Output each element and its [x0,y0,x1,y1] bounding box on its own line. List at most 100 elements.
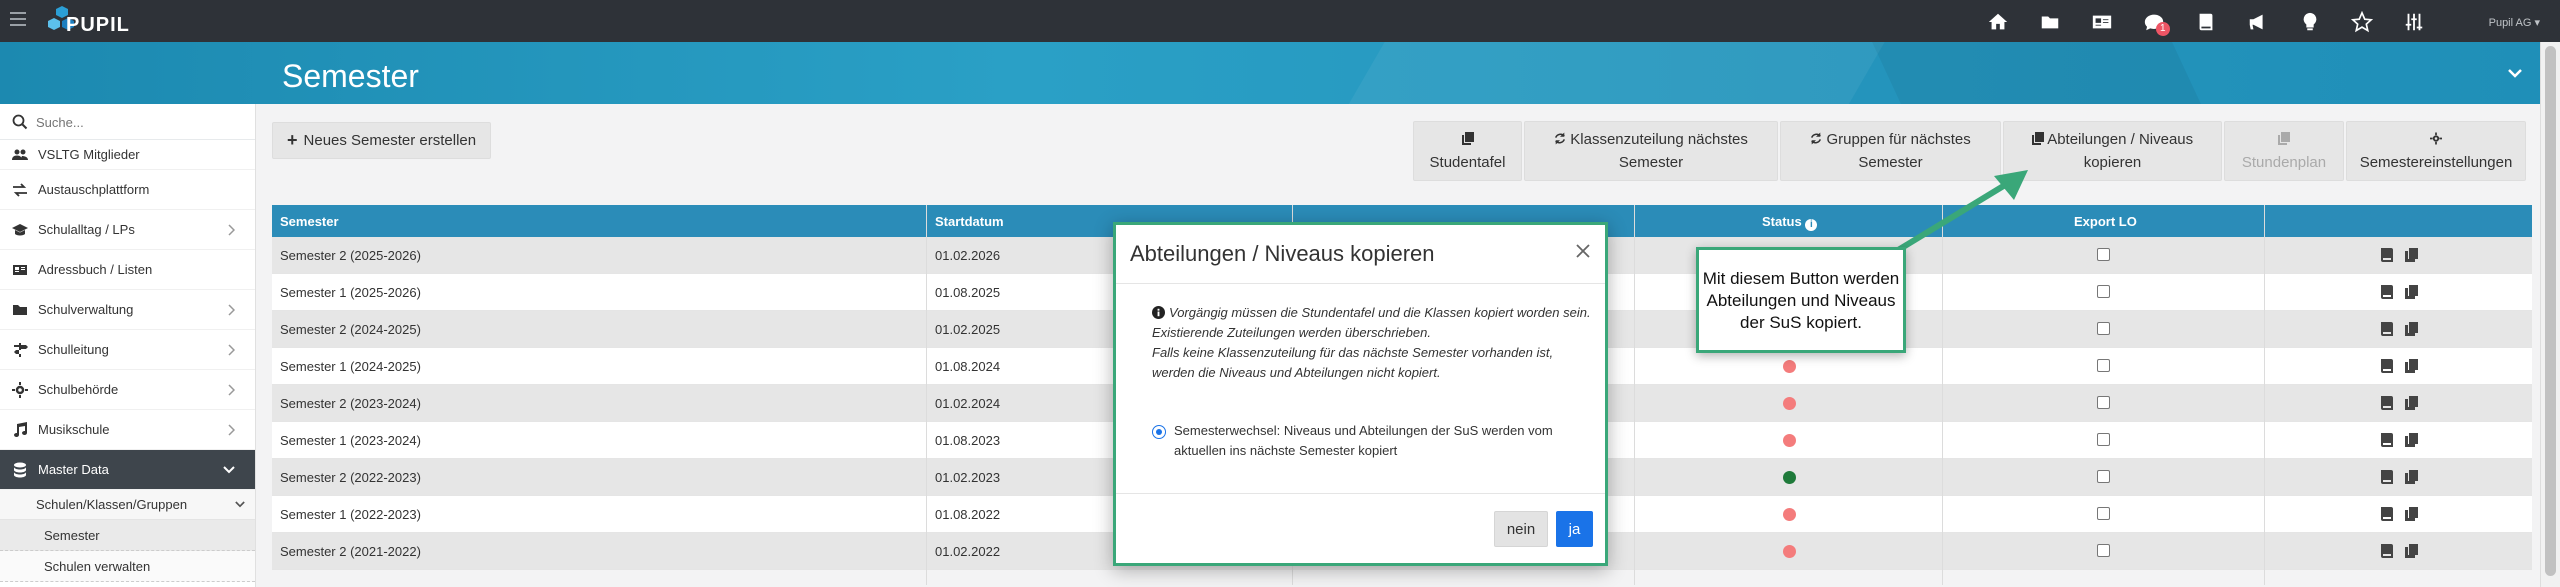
info-circle-icon: i [1805,219,1818,231]
book-icon[interactable] [2380,248,2393,262]
book-icon[interactable] [2380,507,2393,521]
chevron-right-icon [228,344,235,356]
header-status[interactable]: Status i [1762,214,1818,231]
cog-icon [2430,132,2442,145]
book-icon[interactable] [2380,396,2393,410]
row-actions [2380,248,2418,262]
new-semester-button[interactable]: + Neues Semester erstellen [272,122,492,159]
row-actions [2380,470,2418,484]
export-lo-checkbox[interactable] [2097,544,2110,557]
status-dot [1783,545,1796,558]
gruppen-label-1: Gruppen für nächstes [1826,131,1971,148]
megaphone-icon[interactable] [2232,8,2284,36]
sidebar-item-label: Master Data [38,462,109,477]
sidebar-item-schulalltag[interactable]: Schulalltag / LPs [0,210,255,250]
semester-cell: Semester 2 (2024-2025) [280,322,421,337]
close-icon[interactable] [1575,243,1591,259]
copy-icon[interactable] [2405,507,2418,521]
export-lo-checkbox[interactable] [2097,433,2110,446]
chat-badge: 1 [2156,22,2170,36]
book-icon[interactable] [2180,8,2232,36]
sidebar-item-austauschplattform[interactable]: Austauschplattform [0,170,255,210]
startdatum-cell: 01.08.2023 [935,433,1001,448]
header-export-lo[interactable]: Export LO [2074,214,2137,229]
page-scrollbar[interactable] [2540,42,2560,587]
klassenzuteilung-button[interactable]: Klassenzuteilung nächstes Semester [1524,121,1778,181]
sidebar-item-label: VSLTG Mitglieder [38,147,140,162]
sidebar-item-schulverwaltung[interactable]: Schulverwaltung [0,290,255,330]
export-lo-checkbox[interactable] [2097,396,2110,409]
home-icon[interactable] [1972,8,2024,36]
copy-icon[interactable] [2405,544,2418,558]
search-icon [12,114,28,130]
copy-icon[interactable] [2405,396,2418,410]
header-semester[interactable]: Semester [280,214,339,229]
startdatum-cell: 01.02.2023 [935,470,1001,485]
sidebar-item-master-data[interactable]: Master Data [0,450,255,490]
book-icon[interactable] [2380,470,2393,484]
sidebar-item-label: Adressbuch / Listen [38,262,153,277]
modal-info-text: Vorgängig müssen die Stundentafel und di… [1152,303,1592,383]
semester-cell: Semester 1 (2023-2024) [280,433,421,448]
semestereinstellungen-label: Semestereinstellungen [2359,154,2513,171]
studentafel-button[interactable]: Studentafel [1413,121,1522,181]
copy-icon[interactable] [2405,248,2418,262]
export-lo-checkbox[interactable] [2097,322,2110,335]
row-actions [2380,359,2418,373]
sidebar-item-schulbehoerde[interactable]: Schulbehörde [0,370,255,410]
exchange-icon [13,182,27,197]
sidebar-item-musikschule[interactable]: Musikschule [0,410,255,450]
semester-cell: Semester 2 (2022-2023) [280,470,421,485]
copy-icon[interactable] [2405,322,2418,336]
graduation-cap-icon [12,223,28,235]
stundenplan-label: Stundenplan [2241,154,2327,171]
book-icon[interactable] [2380,322,2393,336]
sidebar-item-schulleitung[interactable]: Schulleitung [0,330,255,370]
sliders-icon[interactable] [2388,8,2440,36]
sidebar-item-adressbuch[interactable]: Adressbuch / Listen [0,250,255,290]
sidebar-subitem-schulen-klassen[interactable]: Schulen/Klassen/Gruppen [0,490,255,520]
header-startdatum[interactable]: Startdatum [935,214,1004,229]
lightbulb-icon[interactable] [2284,8,2336,36]
book-icon[interactable] [2380,433,2393,447]
users-icon [12,149,28,160]
export-lo-checkbox[interactable] [2097,470,2110,483]
copy-icon[interactable] [2405,285,2418,299]
startdatum-cell: 01.02.2024 [935,396,1001,411]
export-lo-checkbox[interactable] [2097,359,2110,372]
copy-icon[interactable] [2405,470,2418,484]
export-lo-checkbox[interactable] [2097,507,2110,520]
ja-button[interactable]: ja [1556,511,1593,547]
copy-icon[interactable] [2405,433,2418,447]
semestereinstellungen-button[interactable]: Semestereinstellungen [2346,121,2526,181]
folder-icon[interactable] [2024,8,2076,36]
sidebar-item-label: Musikschule [38,422,110,437]
star-icon[interactable] [2336,8,2388,36]
sidebar-item-vsltg[interactable]: VSLTG Mitglieder [0,140,255,170]
copy-icon [2031,132,2044,145]
user-name: Pupil AG [2488,17,2532,29]
book-icon[interactable] [2380,285,2393,299]
copy-icon[interactable] [2405,359,2418,373]
user-menu[interactable]: Pupil AG ▾ [2489,16,2540,29]
semesterwechsel-radio[interactable] [1152,425,1166,439]
hamburger-menu-icon[interactable] [10,12,26,26]
sidebar-link-semester[interactable]: Semester [0,520,255,551]
sidebar-link-schulen-verwalten[interactable]: Schulen verwalten [0,551,255,582]
stundenplan-button[interactable]: Stundenplan [2224,121,2344,181]
callout-arrow-icon [1893,170,2028,255]
chevron-down-icon [223,466,235,474]
export-lo-checkbox[interactable] [2097,248,2110,261]
book-icon[interactable] [2380,359,2393,373]
book-icon[interactable] [2380,544,2393,558]
semester-cell: Semester 1 (2022-2023) [280,507,421,522]
startdatum-cell: 01.02.2025 [935,322,1001,337]
search-input[interactable] [36,112,236,132]
address-card-icon[interactable] [2076,8,2128,36]
sidebar-item-label: Schulbehörde [38,382,119,397]
nein-button[interactable]: nein [1494,511,1548,547]
startdatum-cell: 01.02.2022 [935,544,1001,559]
export-lo-checkbox[interactable] [2097,285,2110,298]
chevron-down-icon[interactable] [2508,66,2522,80]
chat-icon[interactable]: 1 [2128,8,2180,36]
